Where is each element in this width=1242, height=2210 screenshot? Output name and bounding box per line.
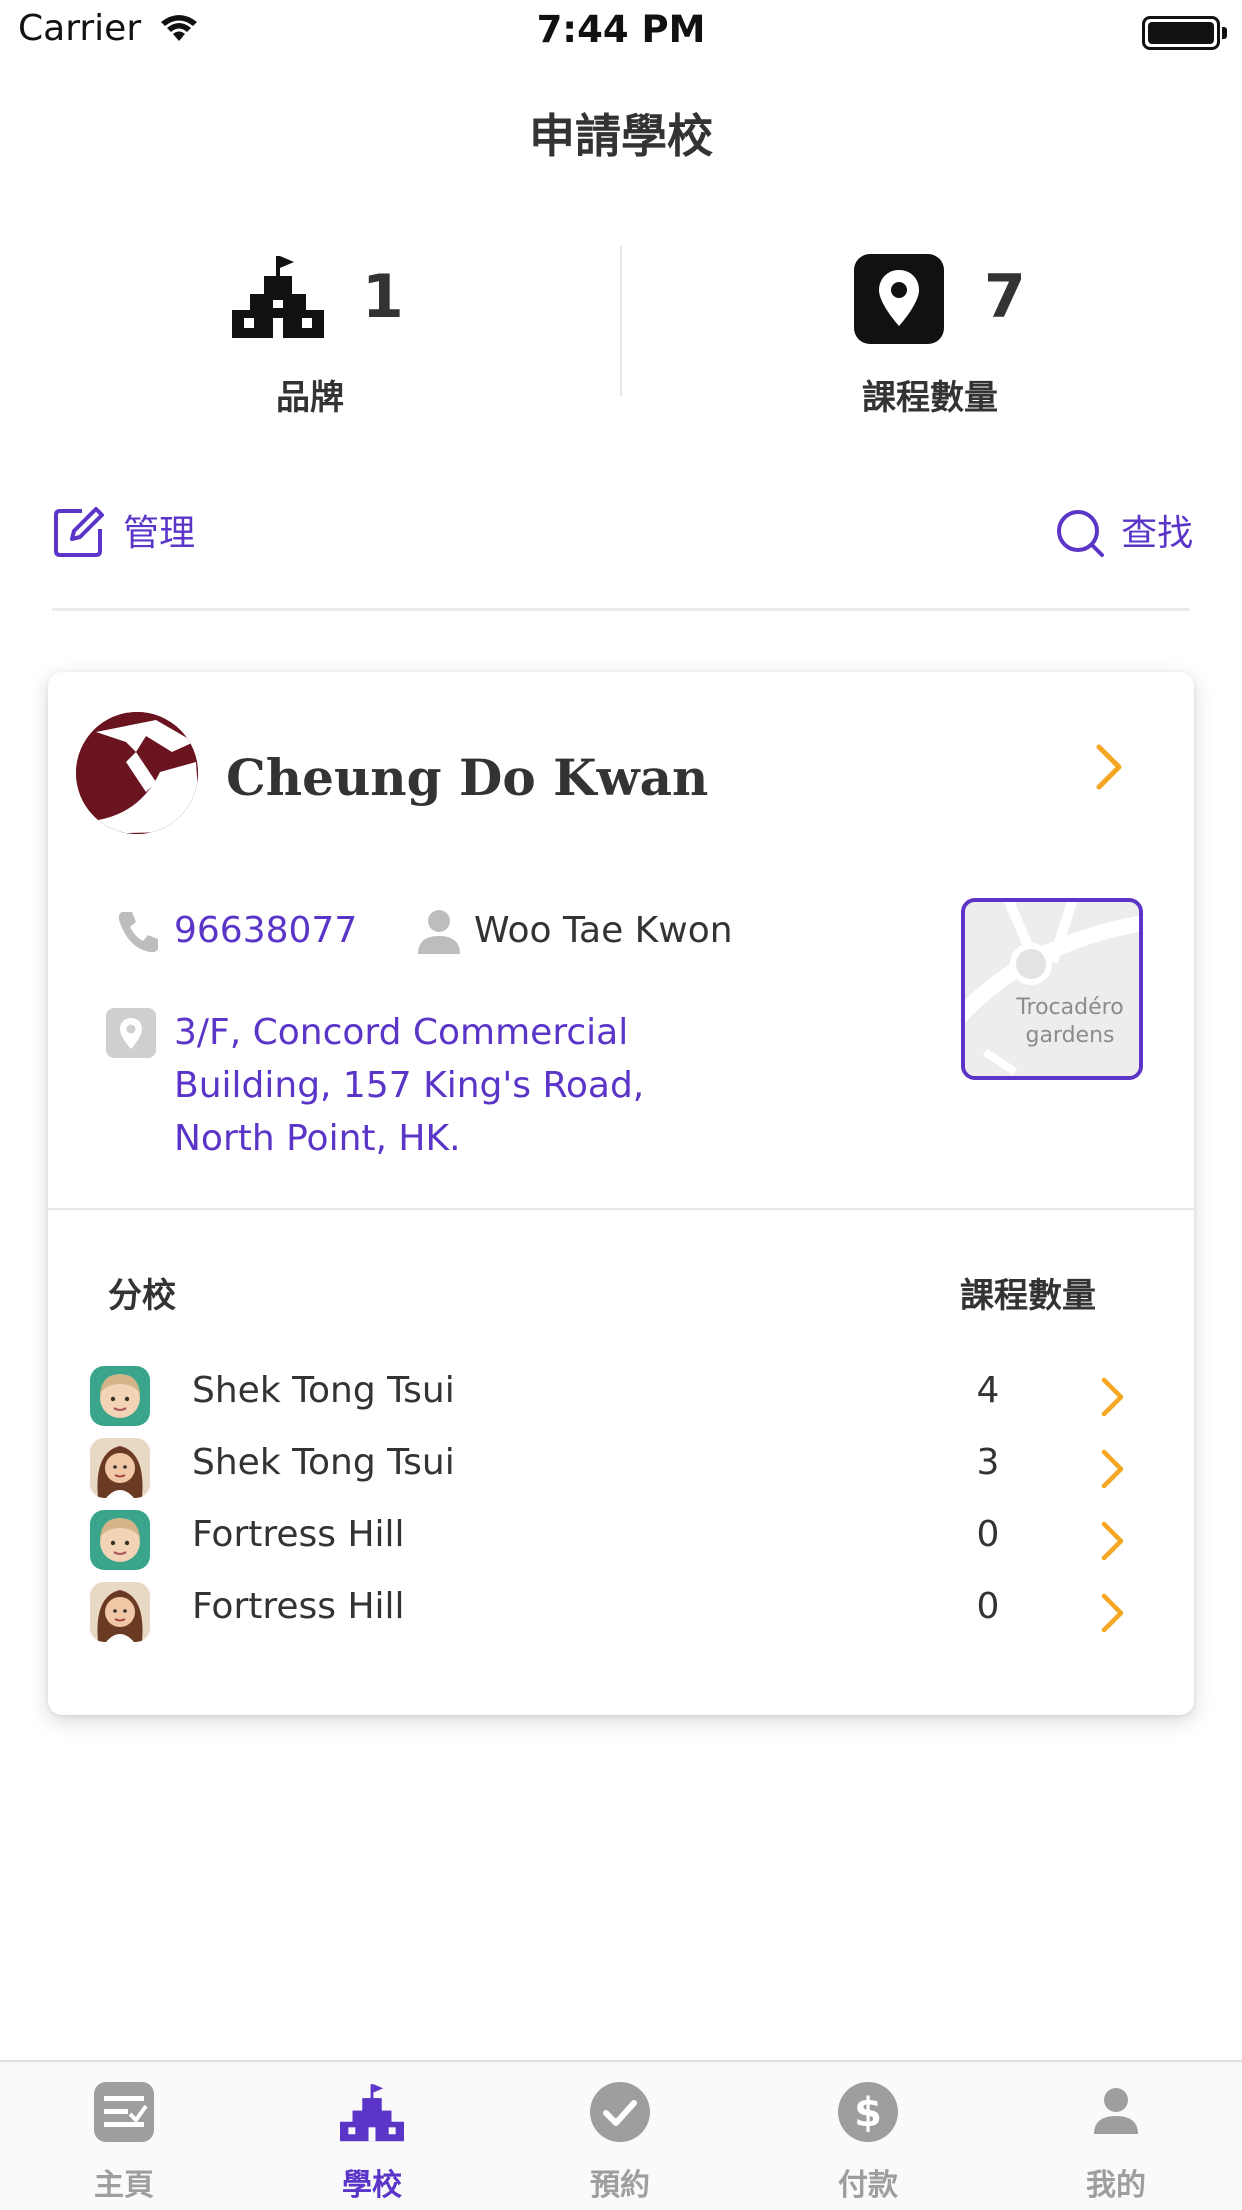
manage-label: 管理	[123, 513, 196, 554]
male-avatar-icon	[90, 1366, 150, 1426]
tab-school[interactable]: 學校	[248, 2062, 496, 2210]
tab-label: 我的	[1086, 2168, 1146, 2203]
map-label-line: gardens	[1025, 1023, 1115, 1048]
male-avatar-icon	[90, 1510, 150, 1570]
school-card: Cheung Do Kwan 96638077 Woo Tae Kwon 3/F…	[48, 672, 1194, 1715]
tab-home[interactable]: 主頁	[0, 2062, 248, 2210]
check-circle-icon	[590, 2082, 650, 2142]
female-avatar-icon	[90, 1582, 150, 1642]
contact-name: Woo Tae Kwon	[474, 910, 733, 951]
course-count: 7	[984, 262, 1026, 332]
battery-icon	[1142, 16, 1227, 50]
map-thumbnail[interactable]: Trocadéro gardens	[961, 898, 1143, 1080]
tab-label: 主頁	[94, 2168, 154, 2203]
tab-payment[interactable]: $ 付款	[744, 2062, 992, 2210]
branch-row[interactable]: Fortress Hill 0	[48, 1504, 1194, 1576]
school-name[interactable]: Cheung Do Kwan	[226, 748, 708, 807]
tab-booking[interactable]: 預約	[496, 2062, 744, 2210]
school-icon	[340, 2084, 404, 2142]
phone-icon	[118, 912, 158, 953]
tab-bar: 主頁 學校 預約 $ 付款 我的	[0, 2060, 1242, 2210]
chevron-right-icon	[1101, 1593, 1124, 1633]
map-label-line: Trocadéro	[1016, 995, 1124, 1020]
branch-course-count: 0	[976, 1514, 1000, 1555]
brand-label: 品牌	[276, 378, 344, 418]
branch-name: Shek Tong Tsui	[192, 1370, 455, 1411]
phone-number[interactable]: 96638077	[174, 910, 357, 951]
svg-text:$: $	[854, 2090, 882, 2136]
address-line: North Point, HK.	[174, 1118, 461, 1159]
search-label: 查找	[1121, 513, 1194, 554]
school-logo	[76, 712, 198, 834]
manage-button[interactable]: 管理	[52, 504, 195, 559]
card-divider	[48, 1208, 1194, 1210]
branch-name: Fortress Hill	[192, 1586, 405, 1627]
school-icon	[232, 256, 324, 338]
status-time: 7:44 PM	[536, 8, 706, 51]
branch-header: 分校	[108, 1276, 176, 1316]
location-pin-icon	[854, 254, 944, 344]
section-divider	[52, 608, 1190, 611]
course-count-label: 課程數量	[862, 378, 998, 418]
tab-label: 預約	[590, 2168, 650, 2203]
branch-row[interactable]: Shek Tong Tsui 3	[48, 1432, 1194, 1504]
stats-divider	[620, 246, 622, 396]
person-icon	[1094, 2088, 1138, 2134]
person-icon	[418, 910, 460, 954]
edit-icon	[54, 507, 104, 557]
branch-name: Fortress Hill	[192, 1514, 405, 1555]
course-count-header: 課程數量	[960, 1276, 1096, 1316]
branch-course-count: 4	[976, 1370, 1000, 1411]
branch-row[interactable]: Shek Tong Tsui 4	[48, 1360, 1194, 1432]
map-pin-icon	[106, 1008, 156, 1058]
chevron-right-icon	[1101, 1377, 1124, 1417]
map-label: Trocadéro gardens	[1005, 994, 1135, 1050]
branch-row[interactable]: Fortress Hill 0	[48, 1576, 1194, 1648]
tab-profile[interactable]: 我的	[992, 2062, 1240, 2210]
dollar-icon: $	[838, 2082, 898, 2142]
address-line: Building, 157 King's Road,	[174, 1065, 645, 1106]
tab-label: 學校	[342, 2168, 402, 2203]
school-address[interactable]: 3/F, Concord Commercial Building, 157 Ki…	[174, 1006, 694, 1165]
address-line: 3/F, Concord Commercial	[174, 1012, 629, 1053]
branch-course-count: 3	[976, 1442, 1000, 1483]
female-avatar-icon	[90, 1438, 150, 1498]
branch-name: Shek Tong Tsui	[192, 1442, 455, 1483]
chevron-right-icon[interactable]	[1094, 742, 1124, 792]
brand-count: 1	[362, 262, 404, 332]
chevron-right-icon	[1101, 1449, 1124, 1489]
branch-course-count: 0	[976, 1586, 1000, 1627]
home-icon	[94, 2082, 154, 2142]
page-title: 申請學校	[529, 109, 713, 163]
chevron-right-icon	[1101, 1521, 1124, 1561]
search-button[interactable]: 查找	[1054, 504, 1193, 559]
tab-label: 付款	[838, 2168, 898, 2203]
search-icon	[1057, 510, 1104, 557]
